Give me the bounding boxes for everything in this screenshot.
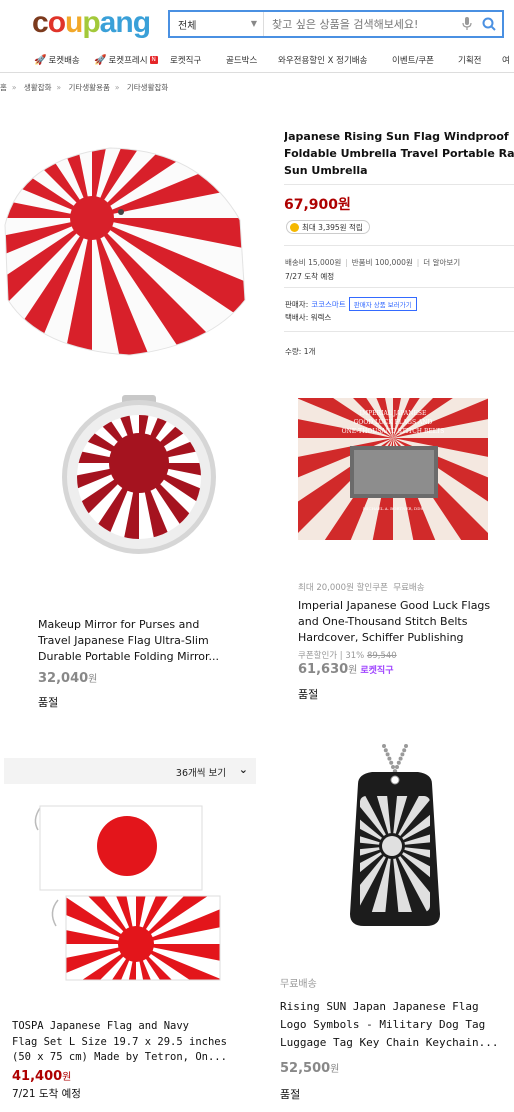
- product-image-mirror[interactable]: [60, 395, 218, 557]
- product-price: 67,900원: [284, 197, 351, 213]
- price-book: 61,630원 로켓직구: [298, 662, 394, 677]
- chain-bead: [395, 765, 399, 769]
- coupang-logo[interactable]: coupang: [32, 6, 151, 40]
- header: coupang 전체 ▼ 🚀로켓배송 🚀로켓프레시N 로켓직구 골드박스 와우전…: [0, 0, 514, 72]
- divider: [284, 245, 514, 246]
- product-title-mirror[interactable]: Makeup Mirror for Purses and Travel Japa…: [38, 617, 219, 665]
- chain-bead: [383, 748, 388, 753]
- nav-item-goldbox[interactable]: 골드박스: [226, 54, 257, 66]
- seller-products-button[interactable]: 판매자 상품 보러가기: [348, 297, 417, 311]
- nav-item-wow-subscription[interactable]: 와우전용할인 X 정기배송: [278, 54, 367, 66]
- arrival-date: 7/27 도착 예정: [285, 272, 335, 281]
- product-title: Japanese Rising Sun Flag Windproof Folda…: [284, 130, 514, 177]
- logo-letter: o: [47, 6, 66, 39]
- search-bar: 전체 ▼: [168, 10, 504, 38]
- product-title-book[interactable]: Imperial Japanese Good Luck Flags and On…: [298, 598, 490, 646]
- chevron-down-icon: ⌄: [238, 763, 248, 776]
- chain-bead: [404, 744, 408, 748]
- view-count-label: 36개씩 보기: [175, 768, 226, 779]
- breadcrumb-item[interactable]: 생활잡화: [24, 83, 52, 92]
- nav-item-rocket-delivery[interactable]: 🚀 로켓배송: [34, 54, 80, 67]
- seller-link[interactable]: 코코스마트: [311, 299, 346, 310]
- chain-bead: [389, 760, 394, 765]
- discount-info: 쿠폰할인가 | 31% 89,540: [298, 651, 397, 661]
- soldout-label: 품절: [298, 688, 319, 701]
- soldout-label: 품절: [38, 696, 59, 709]
- nav-item-events[interactable]: 이벤트/쿠폰: [392, 54, 434, 66]
- product-title-dog-tag[interactable]: Rising SUN Japan Japanese Flag Logo Symb…: [280, 998, 499, 1052]
- free-shipping-label: 무료배송: [280, 979, 317, 990]
- courier-info: 택배사: 워렉스: [285, 313, 332, 322]
- arrival-date: 7/21 도착 예정: [12, 1088, 81, 1100]
- divider: [284, 287, 514, 288]
- logo-letter: u: [65, 6, 83, 39]
- price-flags: 41,400원: [12, 1069, 72, 1084]
- breadcrumb-item[interactable]: 기타생활용품: [68, 83, 109, 92]
- divider: [284, 331, 514, 332]
- book-title-line: IMPERIAL JAPANESE: [360, 410, 427, 417]
- coupon-info: 최대 20,000원 할인쿠폰 무료배송: [298, 583, 425, 593]
- chain-bead: [398, 756, 403, 761]
- breadcrumb: 홈» 생활잡화» 기타생활용품» 기타생활잡화: [0, 83, 169, 92]
- chain-bead: [382, 744, 386, 748]
- rocket-fresh-icon: 🚀: [94, 54, 107, 66]
- logo-letter: n: [115, 6, 133, 39]
- product-image-flags[interactable]: [30, 800, 230, 986]
- coin-icon: [290, 222, 299, 232]
- seller-info: 판매자: 코코스마트 판매자 상품 보러가기: [285, 297, 417, 311]
- rocket-icon: 🚀: [34, 54, 47, 66]
- microphone-icon[interactable]: [458, 15, 476, 33]
- chevron-down-icon: ▼: [250, 19, 257, 28]
- product-image-umbrella[interactable]: [0, 130, 250, 360]
- nav-item-specials[interactable]: 기획전: [458, 54, 481, 66]
- search-icon[interactable]: [476, 12, 502, 36]
- logo-letter: p: [82, 6, 100, 39]
- price-dog-tag: 52,500원: [280, 1061, 340, 1076]
- logo-letter: c: [32, 6, 49, 39]
- logo-letter: a: [99, 6, 117, 39]
- chain-bead: [391, 765, 395, 769]
- chain-bead: [396, 760, 401, 765]
- nav-item-more[interactable]: 여: [502, 54, 510, 66]
- product-image-dog-tag[interactable]: [314, 744, 476, 936]
- chain-bead: [387, 756, 392, 761]
- header-divider: [0, 72, 514, 73]
- search-category-label: 전체: [178, 20, 197, 32]
- shipping-info: 배송비 15,000원 | 반품비 100,000원 | 더 알아보기: [285, 258, 461, 267]
- breadcrumb-item[interactable]: 기타생활잡화: [127, 83, 168, 92]
- search-category-select[interactable]: 전체 ▼: [170, 12, 264, 36]
- chain-bead: [400, 752, 405, 757]
- product-title-flags[interactable]: TOSPA Japanese Flag and Navy Flag Set L …: [12, 1019, 227, 1066]
- breadcrumb-item[interactable]: 홈: [0, 83, 7, 92]
- book-title-line: ONE-THOUSAND STITCH BELTS: [342, 428, 445, 435]
- divider: [284, 184, 514, 185]
- view-count-select[interactable]: 36개씩 보기 ⌄: [4, 758, 256, 784]
- book-title-line: GOOD LUCK FLAGS AND: [354, 419, 433, 426]
- category-nav: 🚀 로켓배송 🚀 로켓프레시 N 로켓직구 골드박스 와우전용할인 X 정기배송 이벤…: [0, 50, 514, 70]
- chain-bead: [402, 748, 407, 753]
- book-author: MICHAEL A. BORTNER, DDS: [363, 506, 424, 511]
- product-image-book[interactable]: IMPERIAL JAPANESE GOOD LUCK FLAGS AND ON…: [298, 398, 488, 540]
- logo-letter: g: [132, 6, 151, 39]
- soldout-label: 품절: [280, 1088, 301, 1101]
- chain-bead: [385, 752, 390, 757]
- nav-item-rocket-direct[interactable]: 로켓직구: [170, 54, 201, 66]
- rocket-direct-badge: 로켓직구: [360, 666, 394, 676]
- quantity-label: 수량: 1개: [285, 347, 316, 356]
- search-input[interactable]: [264, 12, 458, 36]
- new-badge: N: [149, 56, 158, 64]
- more-info-link[interactable]: 더 알아보기: [423, 258, 460, 267]
- price-mirror: 32,040원: [38, 671, 98, 686]
- reward-badge: 최대 3,395원 적립: [286, 220, 370, 234]
- nav-item-rocket-fresh[interactable]: 🚀 로켓프레시 N: [94, 54, 158, 66]
